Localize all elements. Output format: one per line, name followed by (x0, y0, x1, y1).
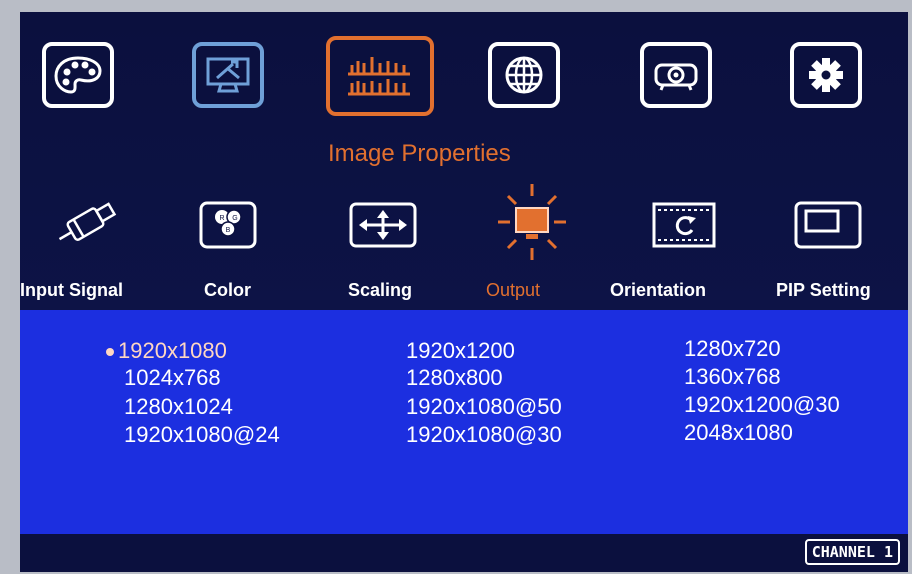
resolution-option[interactable]: 1024x768 (124, 365, 221, 391)
resolution-option[interactable]: 1920x1200 (406, 338, 515, 364)
selected-menu-title: Image Properties (328, 140, 511, 167)
resolution-option[interactable]: 1920x1080@24 (124, 422, 280, 448)
resolution-option[interactable]: 2048x1080 (684, 420, 793, 446)
pip-window-icon[interactable] (790, 194, 866, 256)
image-properties-icon[interactable] (326, 36, 434, 116)
scaling-arrows-icon[interactable] (346, 194, 420, 256)
status-bar: CHANNEL 1 (20, 534, 908, 572)
resolution-option[interactable]: 1920x1080 (118, 338, 227, 364)
resolution-option[interactable]: 1920x1200@30 (684, 392, 840, 418)
output-sun-monitor-icon[interactable] (496, 180, 568, 264)
svg-text:B: B (226, 227, 231, 234)
menu-header: Image Properties Input Signal R G B Colo… (20, 12, 908, 312)
monitor-tools-icon[interactable] (192, 42, 264, 108)
projector-icon[interactable] (640, 42, 712, 108)
resolution-option[interactable]: 1280x1024 (124, 394, 233, 420)
sub-menu-color[interactable]: Color (204, 280, 251, 301)
resolution-option[interactable]: 1920x1080@50 (406, 394, 562, 420)
sub-menu-input-signal[interactable]: Input Signal (20, 280, 123, 301)
resolution-option[interactable]: 1360x768 (684, 364, 781, 390)
sub-menu: Input Signal R G B Color Scaling Output … (20, 184, 908, 300)
top-menu (20, 36, 908, 122)
resolution-option[interactable]: 1280x800 (406, 365, 503, 391)
usb-cable-icon[interactable] (46, 194, 126, 256)
svg-text:R: R (219, 215, 224, 222)
sub-menu-output[interactable]: Output (486, 280, 540, 301)
palette-icon[interactable] (42, 42, 114, 108)
resolution-panel: 1920x1080 1024x768 1280x1024 1920x1080@2… (20, 310, 908, 534)
channel-badge: CHANNEL 1 (804, 539, 900, 565)
sub-menu-orientation[interactable]: Orientation (610, 280, 706, 301)
sub-menu-scaling[interactable]: Scaling (348, 280, 412, 301)
rgb-circles-icon[interactable]: R G B (196, 194, 260, 256)
rotate-icon[interactable] (650, 194, 718, 256)
sub-menu-pip-setting[interactable]: PIP Setting (776, 280, 871, 301)
resolution-option[interactable]: 1280x720 (684, 336, 781, 362)
selected-bullet (106, 348, 114, 356)
globe-icon[interactable] (488, 42, 560, 108)
osd-screen: Image Properties Input Signal R G B Colo… (20, 12, 908, 572)
gear-icon[interactable] (790, 42, 862, 108)
svg-text:G: G (232, 215, 237, 222)
resolution-option[interactable]: 1920x1080@30 (406, 422, 562, 448)
